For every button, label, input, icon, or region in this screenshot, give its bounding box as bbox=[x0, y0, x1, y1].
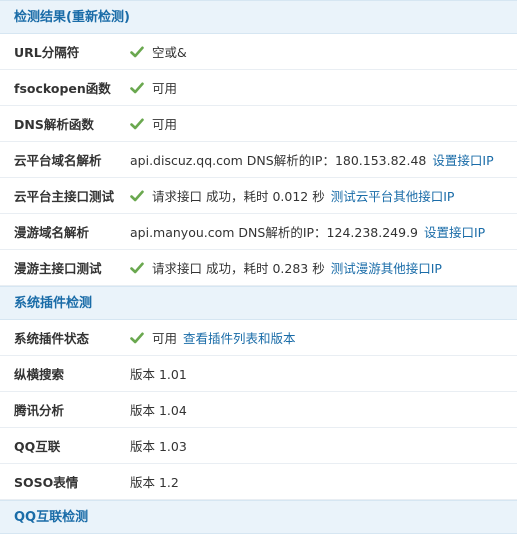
row-label: SOSO表情 bbox=[14, 475, 79, 490]
row-manyou-api-test: 漫游主接口测试 请求接口 成功，耗时 0.283 秒 测试漫游其他接口IP bbox=[0, 250, 517, 286]
row-label: 漫游主接口测试 bbox=[14, 261, 102, 276]
row-value: 可用 bbox=[152, 81, 178, 96]
set-api-ip-link[interactable]: 设置接口IP bbox=[432, 150, 493, 169]
check-icon bbox=[130, 46, 144, 57]
row-label: 纵横搜索 bbox=[14, 367, 65, 382]
view-plugin-list-link[interactable]: 查看插件列表和版本 bbox=[183, 328, 296, 347]
row-label: 云平台主接口测试 bbox=[14, 189, 115, 204]
cloud-check-panel: 检测结果(重新检测) URL分隔符 空或& fsockopen函数 可用 DNS… bbox=[0, 0, 517, 534]
row-value: 版本 1.04 bbox=[130, 403, 187, 418]
section-header-plugins: 系统插件检测 bbox=[0, 286, 517, 320]
section-header-result: 检测结果(重新检测) bbox=[0, 0, 517, 34]
test-manyou-other-ip-link[interactable]: 测试漫游其他接口IP bbox=[331, 258, 442, 277]
result-title-close: ) bbox=[123, 10, 130, 25]
row-value: api.discuz.qq.com DNS解析的IP：180.153.82.48 bbox=[130, 153, 427, 168]
result-title: 检测结果( bbox=[14, 10, 72, 25]
row-value: 请求接口 成功，耗时 0.012 秒 bbox=[152, 189, 325, 204]
row-value: 版本 1.01 bbox=[130, 367, 187, 382]
row-value: api.manyou.com DNS解析的IP：124.238.249.9 bbox=[130, 225, 418, 240]
row-value: 请求接口 成功，耗时 0.283 秒 bbox=[152, 261, 325, 276]
row-url-separator: URL分隔符 空或& bbox=[0, 34, 517, 70]
row-value: 空或& bbox=[152, 45, 187, 60]
row-label: 云平台域名解析 bbox=[14, 153, 102, 168]
row-label: 腾讯分析 bbox=[14, 403, 65, 418]
row-cloud-dns: 云平台域名解析 api.discuz.qq.com DNS解析的IP：180.1… bbox=[0, 142, 517, 178]
row-plugin-soso: SOSO表情 版本 1.2 bbox=[0, 464, 517, 500]
check-icon bbox=[130, 332, 144, 343]
section-header-qqconnect: QQ互联检测 bbox=[0, 500, 517, 534]
row-label: DNS解析函数 bbox=[14, 117, 94, 132]
row-value: 可用 bbox=[152, 331, 178, 346]
row-value: 版本 1.2 bbox=[130, 475, 179, 490]
row-cloud-api-test: 云平台主接口测试 请求接口 成功，耗时 0.012 秒 测试云平台其他接口IP bbox=[0, 178, 517, 214]
row-label: 漫游域名解析 bbox=[14, 225, 90, 240]
check-icon bbox=[130, 262, 144, 273]
row-label: URL分隔符 bbox=[14, 45, 80, 60]
row-manyou-dns: 漫游域名解析 api.manyou.com DNS解析的IP：124.238.2… bbox=[0, 214, 517, 250]
row-label: fsockopen函数 bbox=[14, 81, 111, 96]
row-value: 版本 1.03 bbox=[130, 439, 187, 454]
row-plugin-zongheng: 纵横搜索 版本 1.01 bbox=[0, 356, 517, 392]
plugins-title: 系统插件检测 bbox=[14, 296, 93, 311]
row-dns-function: DNS解析函数 可用 bbox=[0, 106, 517, 142]
row-value: 可用 bbox=[152, 117, 178, 132]
row-fsockopen: fsockopen函数 可用 bbox=[0, 70, 517, 106]
row-label: QQ互联 bbox=[14, 439, 61, 454]
test-cloud-other-ip-link[interactable]: 测试云平台其他接口IP bbox=[331, 186, 455, 205]
row-plugin-status: 系统插件状态 可用 查看插件列表和版本 bbox=[0, 320, 517, 356]
recheck-link[interactable]: 重新检测 bbox=[72, 10, 124, 25]
check-icon bbox=[130, 190, 144, 201]
check-icon bbox=[130, 118, 144, 129]
set-api-ip-link[interactable]: 设置接口IP bbox=[424, 222, 485, 241]
qqconnect-title: QQ互联检测 bbox=[14, 510, 89, 525]
row-plugin-qqconnect: QQ互联 版本 1.03 bbox=[0, 428, 517, 464]
row-label: 系统插件状态 bbox=[14, 331, 90, 346]
check-icon bbox=[130, 82, 144, 93]
row-plugin-tencent-analytics: 腾讯分析 版本 1.04 bbox=[0, 392, 517, 428]
